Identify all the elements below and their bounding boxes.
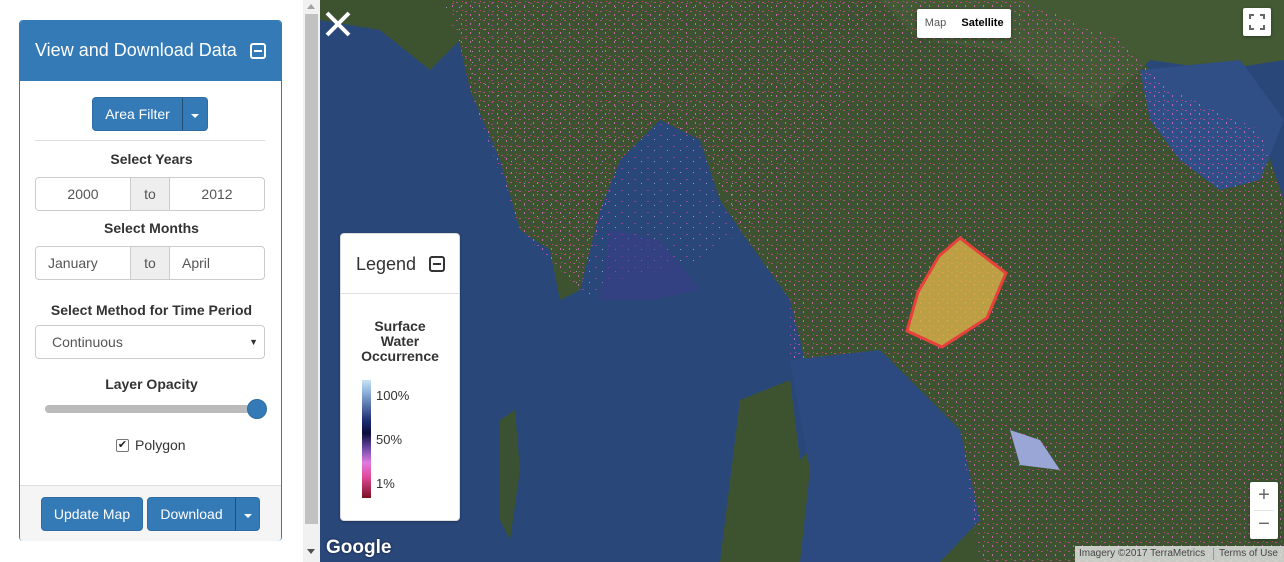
method-label: Select Method for Time Period [50,302,253,318]
method-select[interactable]: Continuous ▼ [35,325,265,359]
scroll-up-icon[interactable] [307,4,315,9]
update-map-button[interactable]: Update Map [41,497,143,531]
sidebar-scrollbar[interactable] [303,0,320,562]
year-to-input[interactable]: 2012 [169,177,265,211]
legend-collapse-icon[interactable] [429,256,445,272]
collapse-icon[interactable] [250,43,266,59]
attribution-bar: Imagery ©2017 TerraMetrics Terms of Use [1075,546,1284,562]
checkmark-icon: ✔ [117,439,128,451]
view-download-panel: View and Download Data Area Filter Selec… [19,20,282,541]
legend-color-ramp [362,380,371,498]
month-to-input[interactable]: April [169,246,265,280]
months-to-addon: to [130,246,170,280]
divider [35,140,265,141]
caret-down-icon [191,114,199,118]
fullscreen-button[interactable] [1243,8,1271,36]
fullscreen-icon [1249,14,1265,30]
legend-tick: 100% [376,388,410,403]
terms-of-use-link[interactable]: Terms of Use [1219,546,1278,562]
imagery-credit: Imagery ©2017 TerraMetrics [1079,548,1206,559]
legend-subtitle-line: Surface [374,318,426,334]
google-logo: Google [326,537,392,558]
month-from-input[interactable]: January [35,246,131,280]
sidebar: View and Download Data Area Filter Selec… [0,0,303,562]
polygon-checkbox[interactable]: ✔ [116,439,129,452]
legend-tick: 50% [376,432,403,447]
opacity-slider-handle[interactable] [247,399,267,419]
scroll-thumb[interactable] [305,14,318,524]
map-type-map-button[interactable]: Map [917,9,954,38]
legend-tick: 1% [376,476,395,491]
zoom-control: + − [1250,482,1278,539]
legend-subtitle-line: Occurrence [361,348,439,364]
select-arrow-icon: ▼ [249,337,258,347]
select-months-label: Select Months [104,220,199,236]
legend-panel: Legend Surface Water Occurrence 100% 50%… [340,233,460,521]
divider [1213,548,1214,560]
panel-footer: Update Map Download [20,485,281,541]
polygon-label: Polygon [135,437,186,453]
select-years-label: Select Years [110,151,193,167]
map-type-control: Map Satellite [917,9,1011,38]
legend-title: Legend [356,254,417,274]
opacity-slider-fill [45,405,257,413]
download-dropdown-toggle[interactable] [235,497,260,531]
close-icon[interactable] [322,8,354,40]
years-to-addon: to [130,177,170,211]
zoom-out-button[interactable]: − [1250,511,1278,539]
area-filter-button[interactable]: Area Filter [92,97,183,131]
opacity-label: Layer Opacity [105,376,198,392]
panel-header: View and Download Data [20,21,281,81]
zoom-in-button[interactable]: + [1250,482,1278,510]
download-button[interactable]: Download [147,497,236,531]
opacity-slider-track[interactable] [45,405,257,413]
caret-down-icon [243,514,252,518]
legend-subtitle-line: Water [380,333,420,349]
satellite-imagery [320,0,1284,562]
scroll-down-icon[interactable] [307,549,315,554]
year-from-input[interactable]: 2000 [35,177,131,211]
area-filter-dropdown-toggle[interactable] [182,97,208,131]
panel-title: View and Download Data [35,40,237,60]
map-type-satellite-button[interactable]: Satellite [954,9,1011,38]
legend-divider [341,293,459,294]
method-select-value: Continuous [52,334,123,350]
map-view[interactable]: Map Satellite Legend Surface Water Occur… [320,0,1284,562]
legend-subtitle: Surface Water Occurrence [341,319,459,364]
